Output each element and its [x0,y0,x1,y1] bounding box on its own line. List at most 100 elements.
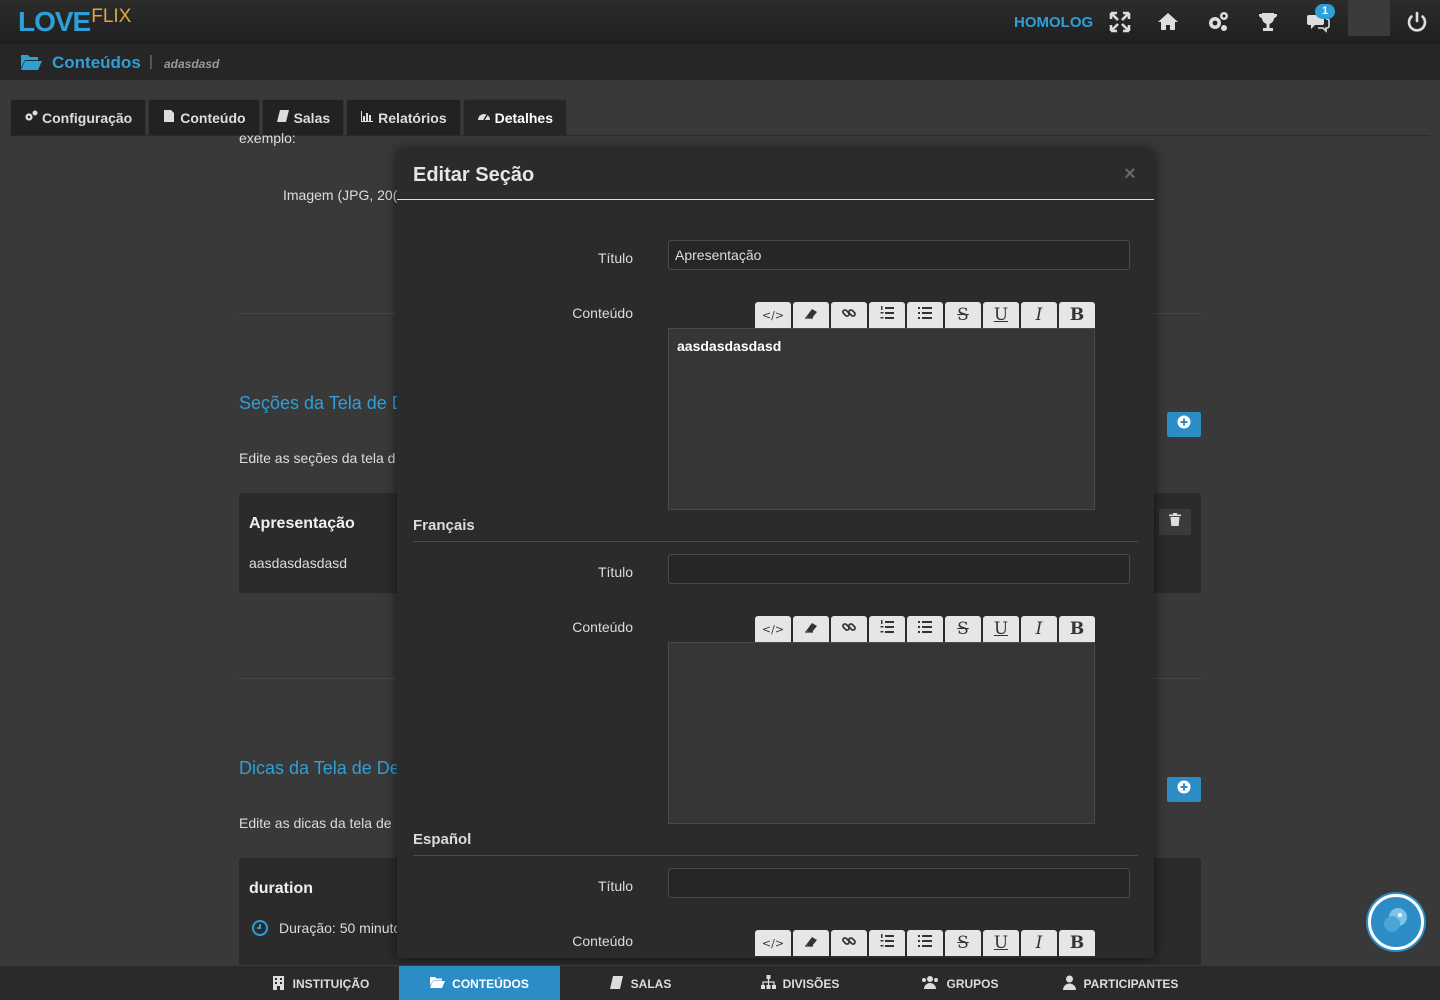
strikethrough-button[interactable]: S [945,302,981,328]
delete-section-button[interactable] [1159,509,1191,535]
app-logo[interactable]: LOVEFLIX [18,6,131,38]
eraser-button[interactable] [793,302,829,328]
nav-salas[interactable]: SALAS [580,966,700,1000]
bold-icon: B [1069,933,1085,953]
tab-detalhes[interactable]: Detalhes [462,99,567,135]
trophy-icon[interactable] [1255,9,1281,35]
plus-circle-icon [1177,415,1191,434]
underline-button[interactable]: U [983,616,1019,642]
language-heading-francais: Français [413,517,475,534]
code-view-button[interactable]: </> [755,930,791,956]
sitemap-icon [760,974,776,993]
environment-label: HOMOLOG [1014,14,1094,31]
nav-divisoes[interactable]: DIVISÕES [740,966,860,1000]
link-icon [841,619,857,640]
add-tip-button[interactable] [1167,777,1201,802]
eraser-button[interactable] [793,930,829,956]
title-input-espanol[interactable] [668,868,1130,898]
user-icon [1062,975,1077,993]
ordered-list-button[interactable] [869,616,905,642]
strikethrough-icon: S [957,305,969,325]
support-chat-button[interactable] [1368,894,1424,950]
title-input[interactable] [668,240,1130,270]
code-view-icon: </> [761,308,785,322]
page-title[interactable]: Conteúdos [52,53,141,73]
section-card-text: aasdasdasdasd [249,555,348,571]
ordered-list-icon [879,619,895,640]
ordered-list-icon [879,305,895,326]
top-bar: LOVEFLIX HOMOLOG 1 [0,0,1440,44]
bottom-nav: INSTITUIÇÃO CONTEÚDOS SALAS DIVISÕES GRU… [0,965,1440,1000]
ordered-list-button[interactable] [869,302,905,328]
breadcrumb-separator: | [149,53,153,70]
settings-icon[interactable] [1205,9,1231,35]
close-icon[interactable]: × [1124,163,1136,186]
unordered-list-button[interactable] [907,302,943,328]
plus-circle-icon [1177,780,1191,799]
content-editor[interactable]: aasdasdasdasd [668,328,1095,510]
title-label: Título [597,878,633,894]
tip-card-text: Duração: 50 minuto [279,920,402,936]
tab-relatorios[interactable]: Relatórios [346,99,461,135]
fullscreen-icon[interactable] [1107,9,1133,35]
cogs-icon [24,109,38,126]
strikethrough-button[interactable]: S [945,616,981,642]
content-label: Conteúdo [572,305,633,321]
italic-button[interactable]: I [1021,302,1057,328]
link-button[interactable] [831,616,867,642]
editor-toolbar: </> S U I B [755,616,1095,642]
file-icon [162,109,176,126]
code-view-button[interactable]: </> [755,616,791,642]
notification-badge: 1 [1315,4,1335,19]
bold-button[interactable]: B [1059,616,1095,642]
tab-configuracao[interactable]: Configuração [10,99,147,135]
title-label: Título [597,564,633,580]
power-icon[interactable] [1404,9,1430,35]
nav-grupos[interactable]: GRUPOS [900,966,1020,1000]
unordered-list-icon [917,933,933,954]
editor-toolbar: </> S U I B [755,302,1095,328]
content-editor-francais[interactable] [668,642,1095,824]
italic-icon: I [1035,933,1043,953]
add-section-button[interactable] [1167,412,1201,437]
unordered-list-button[interactable] [907,930,943,956]
underline-icon: U [993,933,1009,953]
content-label: Conteúdo [572,619,633,635]
nav-conteudos[interactable]: CONTEÚDOS [399,966,560,1000]
breadcrumb-current: adasdasd [164,57,220,71]
modal-title: Editar Seção [413,164,535,186]
eraser-icon [803,619,819,640]
edit-section-modal: Editar Seção × Título Conteúdo </> S U I B a… [397,150,1154,958]
unordered-list-button[interactable] [907,616,943,642]
book-icon [609,975,624,993]
link-icon [841,933,857,954]
clock-icon [251,919,269,942]
italic-icon: I [1035,619,1043,639]
image-hint-text: Imagem (JPG, 20( [283,187,398,203]
code-view-icon: </> [761,622,785,636]
bold-button[interactable]: B [1059,930,1095,956]
underline-button[interactable]: U [983,302,1019,328]
nav-participantes[interactable]: PARTICIPANTES [1050,966,1190,1000]
bold-button[interactable]: B [1059,302,1095,328]
sections-description: Edite as seções da tela d [239,450,396,466]
folder-open-icon [20,53,42,76]
editor-toolbar: </> S U I B [755,930,1095,956]
strikethrough-icon: S [957,619,969,639]
nav-instituicao[interactable]: INSTITUIÇÃO [250,966,390,1000]
underline-icon: U [993,619,1009,639]
link-button[interactable] [831,302,867,328]
italic-icon: I [1035,305,1043,325]
ordered-list-button[interactable] [869,930,905,956]
title-input-francais[interactable] [668,554,1130,584]
italic-button[interactable]: I [1021,930,1057,956]
strikethrough-button[interactable]: S [945,930,981,956]
bold-icon: B [1069,305,1085,325]
eraser-button[interactable] [793,616,829,642]
link-button[interactable] [831,930,867,956]
underline-button[interactable]: U [983,930,1019,956]
home-icon[interactable] [1155,9,1181,35]
italic-button[interactable]: I [1021,616,1057,642]
code-view-button[interactable]: </> [755,302,791,328]
avatar[interactable] [1348,0,1390,36]
